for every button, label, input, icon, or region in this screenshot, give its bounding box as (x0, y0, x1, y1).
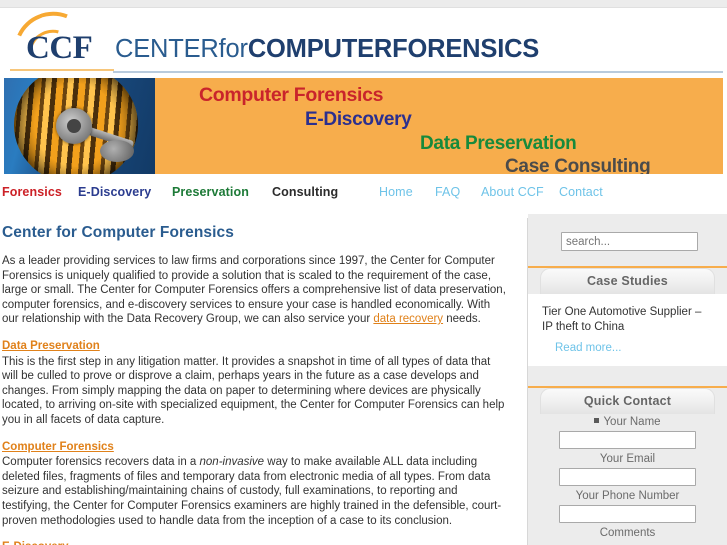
case-studies-body: Tier One Automotive Supplier – IP theft … (528, 294, 727, 366)
browser-top-strip (0, 0, 727, 8)
main-content: Center for Computer Forensics As a leade… (0, 214, 520, 545)
section-e-discovery: E-DiscoveryElectronic discovery provides… (2, 540, 508, 545)
nav-item-e-discovery[interactable]: E-Discovery (78, 185, 151, 199)
nav-item-home[interactable]: Home (379, 185, 413, 199)
heading-computer-forensics[interactable]: Computer Forensics (2, 440, 508, 455)
label-your-phone: Your Phone Number (575, 490, 680, 502)
label-your-name-text: Your Name (603, 416, 661, 428)
intro-paragraph: As a leader providing services to law fi… (2, 254, 508, 327)
case-study-item-title: Tier One Automotive Supplier – IP theft … (542, 306, 702, 333)
nav-item-preservation[interactable]: Preservation (172, 185, 249, 199)
search-input[interactable] (561, 232, 698, 251)
your-phone-field[interactable] (559, 505, 696, 523)
heading-e-discovery[interactable]: E-Discovery (2, 540, 508, 545)
hard-drive-photo (4, 78, 155, 174)
brand-forensics: FORENSICS (392, 35, 540, 63)
required-bullet-icon (594, 418, 600, 424)
body-data-preservation: This is the first step in any litigation… (2, 355, 505, 426)
quick-contact-form: Your Name Your Email Your Phone Number C… (528, 414, 727, 545)
read-more-link[interactable]: Read more... (555, 342, 621, 354)
banner-line-computer-forensics: Computer Forensics (199, 84, 384, 106)
banner-line-data-preservation: Data Preservation (420, 133, 577, 154)
quick-contact-title: Quick Contact (540, 388, 715, 414)
case-studies-title: Case Studies (540, 268, 715, 294)
banner-line-case-consulting: Case Consulting (505, 156, 651, 174)
brand-center-for: CENTERfor (115, 35, 248, 63)
hero-banner: Computer Forensics E-Discovery Data Pres… (4, 78, 723, 174)
section-data-preservation: Data Preservation This is the first step … (2, 339, 508, 428)
header-rule (113, 71, 723, 73)
actuator-pivot (100, 140, 134, 162)
label-your-name: Your Name (528, 414, 727, 430)
brand-wordmark: CENTERforCOMPUTERFORENSICS (115, 35, 540, 63)
spindle-center (67, 119, 81, 133)
nav-item-contact[interactable]: Contact (559, 185, 603, 199)
brand-computer: COMPUTER (247, 35, 393, 63)
your-email-field[interactable] (559, 468, 696, 486)
section-computer-forensics: Computer Forensics Computer forensics rec… (2, 440, 508, 529)
ccf-logo[interactable]: CCF (3, 0, 114, 96)
data-recovery-link[interactable]: data recovery (373, 313, 443, 325)
intro-text-after: needs. (443, 313, 481, 326)
heading-data-preservation[interactable]: Data Preservation (2, 339, 508, 354)
banner-line-e-discovery: E-Discovery (305, 109, 412, 130)
label-your-email: Your Email (599, 453, 656, 465)
sidebar: Case Studies Tier One Automotive Supplie… (528, 214, 727, 545)
banner-service-list: Computer Forensics E-Discovery Data Pres… (155, 78, 723, 174)
logo-underline (10, 69, 114, 71)
nav-item-faq[interactable]: FAQ (435, 185, 460, 199)
site-header: CCF CENTERforCOMPUTERFORENSICS (0, 0, 727, 96)
page-title: Center for Computer Forensics (2, 224, 234, 241)
label-comments: Comments (599, 527, 656, 539)
body-computer-forensics-1: Computer forensics recovers data in a (2, 456, 200, 469)
nav-item-about-ccf[interactable]: About CCF (481, 185, 544, 199)
logo-text: CCF (26, 30, 93, 66)
your-name-field[interactable] (559, 431, 696, 449)
nav-item-forensics[interactable]: Forensics (2, 185, 62, 199)
main-navigation: Forensics E-Discovery Preservation Consu… (0, 178, 727, 208)
nav-item-consulting[interactable]: Consulting (272, 185, 338, 199)
search-widget (528, 228, 727, 266)
body-computer-forensics-em: non-invasive (199, 456, 265, 469)
